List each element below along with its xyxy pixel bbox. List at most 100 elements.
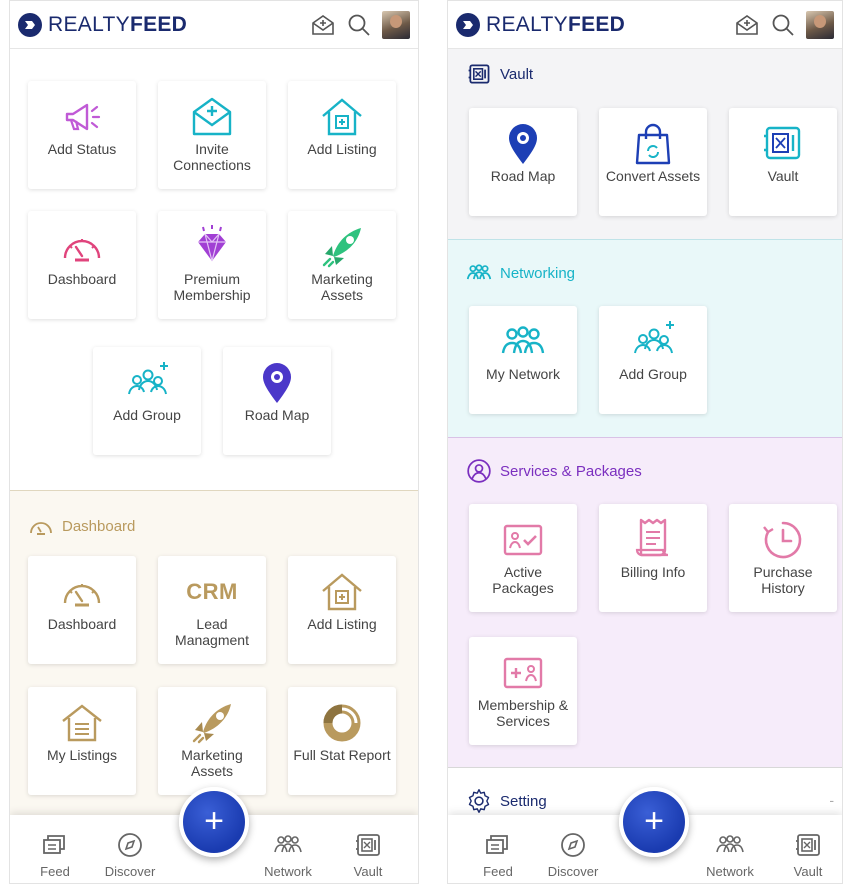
right-phone-screen: REALTYFEED Vault Road Map Convert Assets… <box>447 0 843 884</box>
mail-icon[interactable] <box>734 12 760 38</box>
donut-chart-icon <box>323 704 361 742</box>
billing-info-tile[interactable]: Billing Info <box>599 504 707 612</box>
shopping-bag-icon <box>635 123 671 165</box>
create-post-button[interactable]: + <box>619 787 689 857</box>
nav-discover[interactable]: Discover <box>543 830 603 879</box>
nav-network[interactable]: Network <box>700 830 760 879</box>
section-title: Services & Packages <box>500 462 642 480</box>
feed-icon <box>43 835 65 854</box>
rocket-icon <box>192 704 231 744</box>
services-section-header: Services & Packages <box>466 458 642 484</box>
envelope-plus-icon <box>192 97 232 136</box>
brand-prefix: REALTY <box>486 13 568 36</box>
my-listings-tile[interactable]: My Listings <box>28 687 136 795</box>
house-plus-icon <box>322 573 362 611</box>
full-stat-report-tile[interactable]: Full Stat Report <box>288 687 396 795</box>
network-icon <box>716 835 744 853</box>
road-map-tile[interactable]: Road Map <box>223 347 331 455</box>
search-icon[interactable] <box>770 12 796 38</box>
vault-tile[interactable]: Vault <box>729 108 837 216</box>
nav-network[interactable]: Network <box>258 830 318 879</box>
dashboard-tile[interactable]: Dashboard <box>28 211 136 319</box>
rocket-icon <box>322 228 361 268</box>
dashboard-gold-tile[interactable]: Dashboard <box>28 556 136 664</box>
premium-membership-tile[interactable]: Premium Membership <box>158 211 266 319</box>
setting-section-header: Setting <box>466 788 547 814</box>
add-listing-tile[interactable]: Add Listing <box>288 81 396 189</box>
purchase-history-tile[interactable]: Purchase History <box>729 504 837 612</box>
marketing-assets-tile[interactable]: Marketing Assets <box>288 211 396 319</box>
vault-icon <box>796 834 820 856</box>
nav-feed[interactable]: Feed <box>468 830 528 879</box>
add-group-tile[interactable]: Add Group <box>93 347 201 455</box>
compass-icon <box>561 833 585 857</box>
search-icon[interactable] <box>346 12 372 38</box>
tile-label: Add Group <box>619 366 687 382</box>
convert-assets-tile[interactable]: Convert Assets <box>599 108 707 216</box>
create-post-button[interactable]: + <box>179 787 249 857</box>
map-pin-icon <box>263 363 291 403</box>
add-status-tile[interactable]: Add Status <box>28 81 136 189</box>
avatar[interactable] <box>806 11 834 39</box>
road-map-tile[interactable]: Road Map <box>469 108 577 216</box>
tile-label: Road Map <box>490 168 556 184</box>
vault-icon <box>764 126 801 160</box>
network-icon <box>274 835 302 853</box>
network-icon <box>501 326 545 354</box>
mail-icon[interactable] <box>310 12 336 38</box>
tile-label: Convert Assets <box>605 168 701 184</box>
speedometer-icon <box>63 239 101 262</box>
collapse-indicator: - <box>829 792 834 808</box>
invite-connections-tile[interactable]: Invite Connections <box>158 81 266 189</box>
nav-feed[interactable]: Feed <box>25 830 85 879</box>
network-icon <box>466 264 492 280</box>
avatar[interactable] <box>382 11 410 39</box>
bottom-nav: Feed Discover + Network Vault <box>10 787 418 883</box>
brand-logo[interactable]: REALTYFEED <box>456 13 625 37</box>
tile-label: Add Group <box>113 407 181 423</box>
tile-label: Dashboard <box>47 616 117 632</box>
user-circle-icon <box>467 459 491 483</box>
tile-label: Invite Connections <box>173 141 251 173</box>
tile-label: Road Map <box>244 407 310 423</box>
section-title: Dashboard <box>62 517 136 535</box>
section-title: Networking <box>500 264 576 282</box>
crm-badge: CRM <box>186 579 238 604</box>
megaphone-icon <box>65 103 101 131</box>
active-packages-tile[interactable]: Active Packages <box>469 504 577 612</box>
vault-icon <box>356 834 380 856</box>
tile-label: Vault <box>767 168 799 184</box>
tile-label: Purchase History <box>753 564 813 596</box>
tile-label: Lead Managment <box>175 616 249 648</box>
receipt-icon <box>635 518 669 557</box>
nav-vault[interactable]: Vault <box>338 830 398 879</box>
add-listing-gold-tile[interactable]: Add Listing <box>288 556 396 664</box>
add-group-tile[interactable]: Add Group <box>599 306 707 414</box>
section-title: Setting <box>500 792 547 810</box>
tile-label: My Network <box>486 366 560 382</box>
membership-services-tile[interactable]: Membership & Services <box>469 637 577 745</box>
dashboard-section-header: Dashboard <box>28 513 135 539</box>
tile-label: Marketing Assets <box>311 271 373 303</box>
marketing-assets-gold-tile[interactable]: Marketing Assets <box>158 687 266 795</box>
feed-icon <box>486 835 508 854</box>
top-bar: REALTYFEED <box>448 1 842 49</box>
brand-suffix: FEED <box>129 13 188 36</box>
lead-managment-tile[interactable]: CRM Lead Managment <box>158 556 266 664</box>
top-bar: REALTYFEED <box>10 1 418 49</box>
brand-suffix: FEED <box>567 13 626 36</box>
nav-discover[interactable]: Discover <box>100 830 160 879</box>
diamond-icon <box>198 225 226 262</box>
left-phone-screen: REALTYFEED Add Status Invite Connections… <box>9 0 419 884</box>
brand-prefix: REALTY <box>48 13 130 36</box>
tile-label: Billing Info <box>620 564 686 580</box>
brand-logo[interactable]: REALTYFEED <box>18 13 187 37</box>
bottom-nav: Feed Discover + Network Vault <box>448 787 842 883</box>
tile-label: Active Packages <box>492 564 554 596</box>
my-network-tile[interactable]: My Network <box>469 306 577 414</box>
clock-history-icon <box>763 521 802 559</box>
house-plus-icon <box>322 98 362 136</box>
nav-vault[interactable]: Vault <box>778 830 838 879</box>
vault-section-header: Vault <box>466 61 533 87</box>
tile-label: Add Status <box>47 141 117 157</box>
